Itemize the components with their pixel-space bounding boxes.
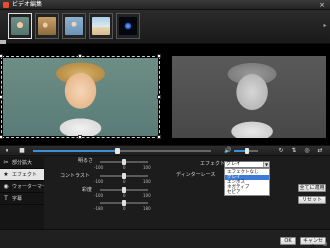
filmstrip-scroll-right-icon[interactable]: ▸	[322, 22, 328, 32]
sidebar-item-label: 部分拡大	[12, 160, 33, 166]
clip-thumbnail[interactable]	[35, 13, 59, 39]
title-bar: ビデオ編集 ×	[0, 0, 330, 10]
output-preview	[170, 56, 328, 138]
clip-thumbnail[interactable]	[62, 13, 86, 39]
contrast-label: コントラスト	[60, 173, 90, 179]
saturation-max: 100	[143, 193, 151, 198]
sidebar-item-label: 字幕	[12, 196, 23, 202]
hue-slider[interactable]	[100, 200, 148, 206]
flip-vertical-icon[interactable]: ⇅	[290, 147, 298, 155]
brightness-label: 明るさ	[78, 158, 94, 164]
crop-handle[interactable]	[157, 95, 161, 99]
scissors-icon: ✂	[3, 159, 9, 166]
crop-handle[interactable]	[157, 135, 161, 139]
pause-icon[interactable]: ⏸	[3, 147, 11, 155]
playback-bar: ⏸ ■ 🔊 ↻ ⇅ ◎ ⇄	[0, 145, 330, 156]
output-video-frame	[172, 56, 326, 138]
stop-icon[interactable]: ■	[18, 147, 26, 155]
clip-thumbnail-image	[65, 17, 83, 35]
crop-handle[interactable]	[78, 135, 82, 139]
crop-handle[interactable]	[78, 54, 82, 58]
sidebar-item-watermark[interactable]: ◉ ウォーターマーク	[0, 181, 52, 193]
edit-sidebar: ✂ 部分拡大 ★ エフェクト ◉ ウォーターマーク T 字幕	[0, 157, 52, 229]
crop-handle[interactable]	[157, 54, 161, 58]
original-preview	[0, 54, 161, 139]
watermark-icon: ◉	[3, 183, 9, 190]
clip-thumbnail[interactable]	[8, 13, 32, 39]
app-icon	[3, 2, 9, 8]
seek-progress-fill	[33, 150, 117, 152]
rotate-icon[interactable]: ↻	[277, 147, 285, 155]
effect-select-value: グレイ	[226, 161, 242, 167]
window-title: ビデオ編集	[12, 1, 43, 8]
sidebar-item-subtitle[interactable]: T 字幕	[0, 193, 44, 205]
saturation-slider[interactable]	[100, 187, 148, 193]
seek-slider[interactable]	[33, 148, 211, 154]
hue-min: -180	[94, 206, 104, 211]
text-icon: T	[4, 195, 8, 202]
preview-area	[0, 44, 330, 145]
crop-handle[interactable]	[0, 135, 3, 139]
deinterlace-label: ディンターレース	[176, 172, 216, 178]
sidebar-item-label: エフェクト	[12, 172, 38, 178]
contrast-max: 100	[143, 179, 151, 184]
flip-horizontal-icon[interactable]: ⇄	[316, 147, 324, 155]
clip-filmstrip: ▸	[0, 10, 330, 48]
hue-mid: 0	[123, 206, 126, 211]
crop-frame[interactable]	[1, 56, 160, 138]
brightness-slider[interactable]	[100, 159, 148, 165]
effect-panel	[44, 157, 330, 229]
effect-dropdown-list: エフェクトなし グレイ エンボス ネガティブ セピア	[224, 168, 270, 196]
clip-thumbnail-image	[11, 17, 29, 35]
saturation-min: -100	[94, 193, 104, 198]
effect-select[interactable]: グレイ ▼	[224, 161, 270, 168]
clip-thumbnail-image	[92, 17, 110, 35]
brightness-mid: 0	[123, 165, 126, 170]
sidebar-item-crop[interactable]: ✂ 部分拡大	[0, 157, 44, 169]
seek-handle[interactable]	[114, 148, 120, 154]
contrast-min: -100	[94, 179, 104, 184]
saturation-label: 彩度	[82, 187, 93, 193]
contrast-slider[interactable]	[100, 173, 148, 179]
brightness-min: -100	[94, 165, 104, 170]
effect-label: エフェクト	[200, 161, 226, 167]
ok-button[interactable]: OK	[280, 237, 296, 245]
crop-handle[interactable]	[0, 54, 3, 58]
volume-icon[interactable]: 🔊	[224, 147, 232, 155]
close-icon[interactable]: ×	[318, 1, 326, 9]
clip-thumbnail[interactable]	[89, 13, 113, 39]
apply-all-button[interactable]: 全てに適用	[298, 184, 326, 192]
clip-thumbnail-image	[119, 17, 137, 35]
effect-option[interactable]: セピア	[225, 190, 269, 195]
saturation-mid: 0	[123, 193, 126, 198]
volume-handle[interactable]	[245, 148, 250, 154]
sidebar-item-effect[interactable]: ★ エフェクト	[0, 169, 44, 181]
snapshot-icon[interactable]: ◎	[303, 147, 311, 155]
star-icon: ★	[3, 171, 9, 178]
reset-button[interactable]: リセット	[298, 196, 326, 204]
chevron-down-icon[interactable]: ▼	[263, 162, 269, 167]
clip-thumbnail-image	[38, 17, 56, 35]
brightness-max: 100	[143, 165, 151, 170]
volume-slider[interactable]	[234, 148, 258, 154]
crop-handle[interactable]	[0, 95, 3, 99]
cancel-button[interactable]: キャンセル	[300, 237, 326, 248]
contrast-mid: 0	[123, 179, 126, 184]
clip-thumbnail[interactable]	[116, 13, 140, 39]
hue-max: 180	[143, 206, 151, 211]
